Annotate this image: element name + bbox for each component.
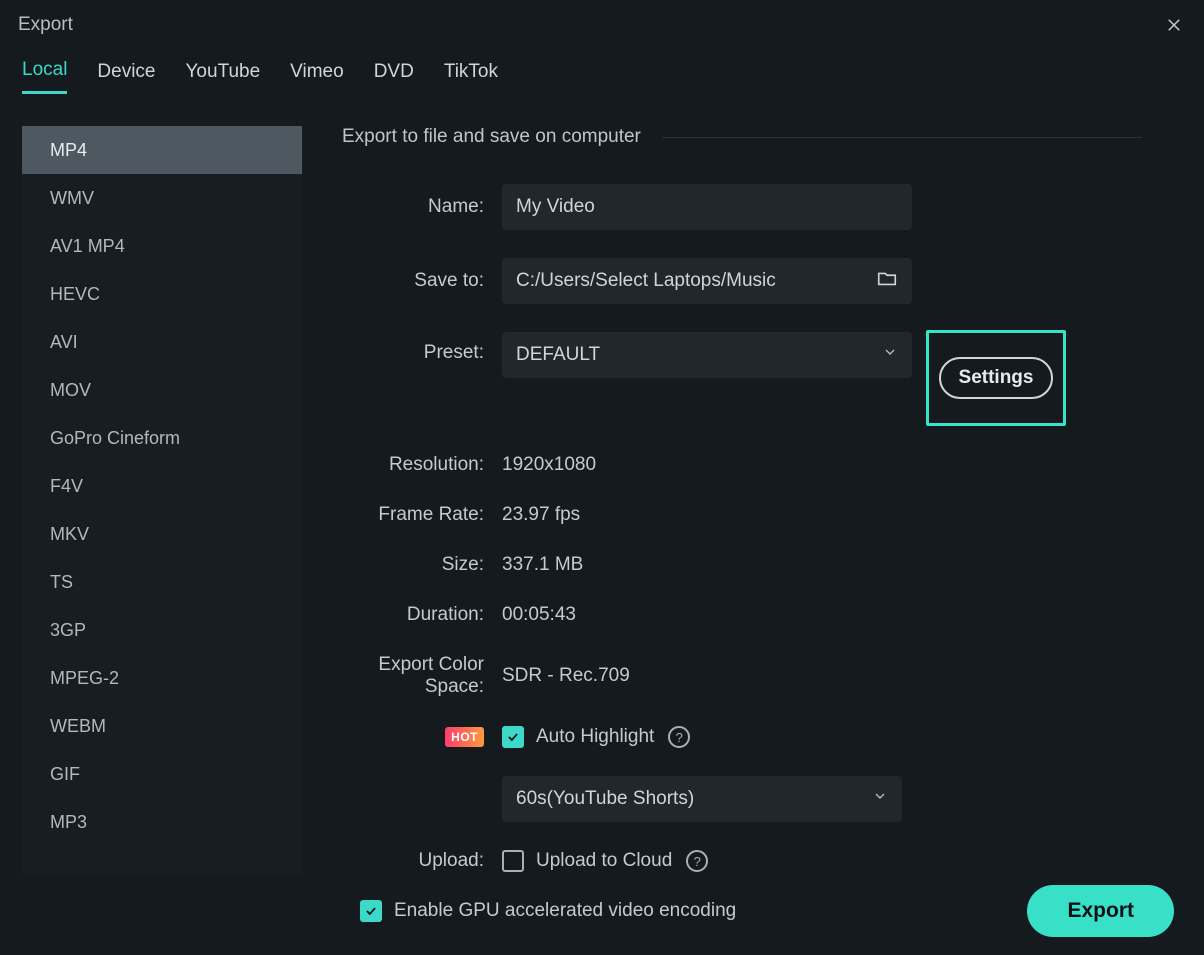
name-label: Name:	[342, 196, 502, 218]
tab-vimeo[interactable]: Vimeo	[290, 53, 344, 93]
format-gif[interactable]: GIF	[22, 750, 302, 798]
resolution-value: 1920x1080	[502, 454, 596, 476]
settings-highlight-box: Settings	[926, 330, 1066, 426]
format-f4v[interactable]: F4V	[22, 462, 302, 510]
color-space-value: SDR - Rec.709	[502, 665, 630, 687]
auto-highlight-label: Auto Highlight	[536, 726, 654, 748]
settings-button[interactable]: Settings	[939, 357, 1054, 399]
export-dialog: Export Local Device YouTube Vimeo DVD Ti…	[0, 0, 1204, 955]
resolution-label: Resolution:	[342, 454, 502, 476]
duration-label: Duration:	[342, 604, 502, 626]
name-value: My Video	[516, 196, 595, 218]
upload-label: Upload:	[342, 850, 502, 872]
tab-youtube[interactable]: YouTube	[186, 53, 261, 93]
save-to-label: Save to:	[342, 270, 502, 292]
format-ts[interactable]: TS	[22, 558, 302, 606]
gpu-checkbox[interactable]	[360, 900, 382, 922]
format-webm[interactable]: WEBM	[22, 702, 302, 750]
folder-icon[interactable]	[876, 267, 898, 295]
help-icon[interactable]: ?	[686, 850, 708, 872]
main-panel: Export to file and save on computer Name…	[342, 126, 1182, 875]
titlebar: Export	[0, 0, 1204, 50]
auto-highlight-checkbox[interactable]	[502, 726, 524, 748]
tab-local[interactable]: Local	[22, 51, 67, 94]
check-icon	[506, 730, 520, 744]
highlight-preset-value: 60s(YouTube Shorts)	[516, 788, 694, 810]
format-mp4[interactable]: MP4	[22, 126, 302, 174]
check-icon	[364, 904, 378, 918]
tab-bar: Local Device YouTube Vimeo DVD TikTok	[0, 50, 1204, 96]
duration-value: 00:05:43	[502, 604, 576, 626]
section-heading: Export to file and save on computer	[342, 126, 1182, 148]
save-to-input[interactable]: C:/Users/Select Laptops/Music	[502, 258, 912, 304]
preset-label: Preset:	[342, 332, 502, 364]
name-input[interactable]: My Video	[502, 184, 912, 230]
footer: Enable GPU accelerated video encoding Ex…	[0, 885, 1204, 955]
tab-device[interactable]: Device	[97, 53, 155, 93]
format-3gp[interactable]: 3GP	[22, 606, 302, 654]
format-avi[interactable]: AVI	[22, 318, 302, 366]
preset-select[interactable]: DEFAULT	[502, 332, 912, 378]
format-hevc[interactable]: HEVC	[22, 270, 302, 318]
chevron-down-icon	[872, 788, 888, 810]
frame-rate-label: Frame Rate:	[342, 504, 502, 526]
export-button[interactable]: Export	[1027, 885, 1174, 937]
help-icon[interactable]: ?	[668, 726, 690, 748]
preset-value: DEFAULT	[516, 344, 600, 366]
chevron-down-icon	[882, 344, 898, 366]
format-wmv[interactable]: WMV	[22, 174, 302, 222]
tab-dvd[interactable]: DVD	[374, 53, 414, 93]
color-space-label: Export Color Space:	[342, 654, 502, 698]
highlight-preset-select[interactable]: 60s(YouTube Shorts)	[502, 776, 902, 822]
format-mov[interactable]: MOV	[22, 366, 302, 414]
format-mpeg2[interactable]: MPEG-2	[22, 654, 302, 702]
save-to-value: C:/Users/Select Laptops/Music	[516, 270, 776, 292]
hot-badge: HOT	[445, 727, 484, 747]
format-av1-mp4[interactable]: AV1 MP4	[22, 222, 302, 270]
format-gopro[interactable]: GoPro Cineform	[22, 414, 302, 462]
tab-tiktok[interactable]: TikTok	[444, 53, 498, 93]
format-mp3[interactable]: MP3	[22, 798, 302, 846]
format-sidebar: MP4 WMV AV1 MP4 HEVC AVI MOV GoPro Cinef…	[22, 126, 302, 875]
gpu-label: Enable GPU accelerated video encoding	[394, 900, 736, 922]
upload-cloud-label: Upload to Cloud	[536, 850, 672, 872]
size-value: 337.1 MB	[502, 554, 583, 576]
close-button[interactable]	[1162, 13, 1186, 37]
frame-rate-value: 23.97 fps	[502, 504, 580, 526]
size-label: Size:	[342, 554, 502, 576]
upload-cloud-checkbox[interactable]	[502, 850, 524, 872]
close-icon	[1165, 16, 1183, 34]
format-mkv[interactable]: MKV	[22, 510, 302, 558]
dialog-title: Export	[18, 14, 73, 36]
